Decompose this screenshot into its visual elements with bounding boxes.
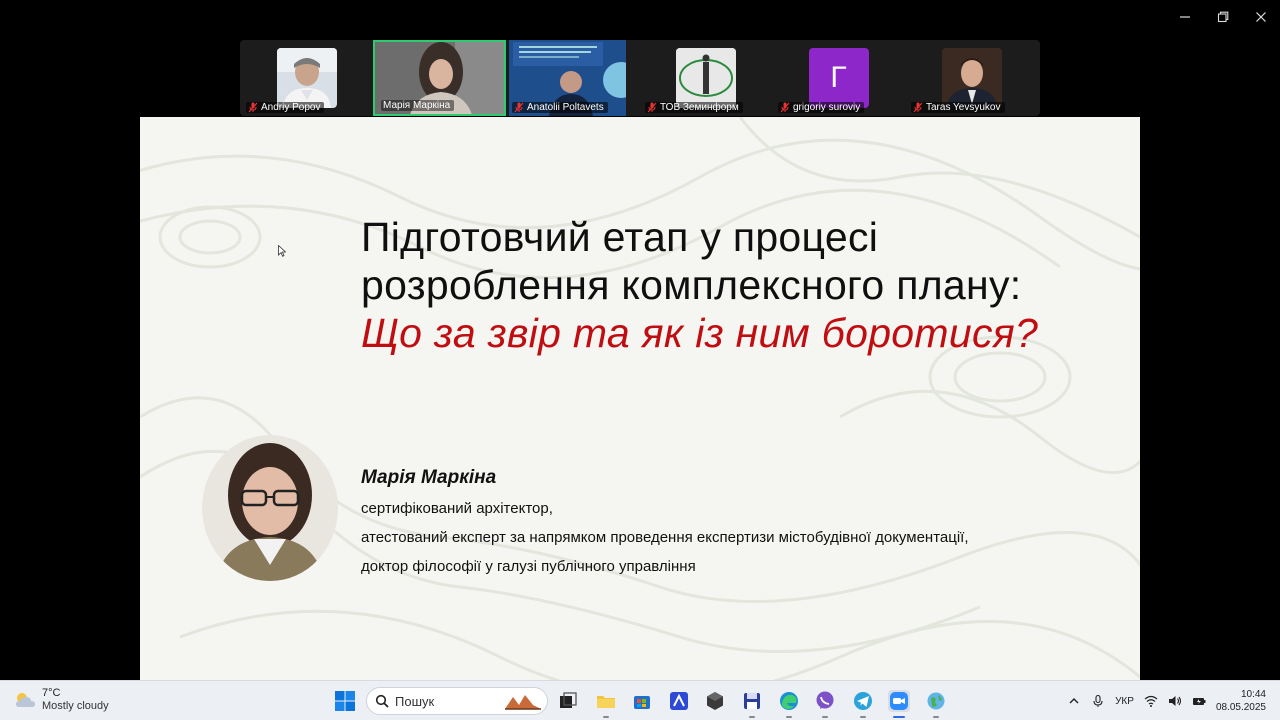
running-indicator [786, 716, 792, 718]
slide-title-line: Підготовчий етап у процесі [361, 214, 879, 260]
active-indicator [893, 716, 905, 718]
close-button[interactable] [1242, 0, 1280, 34]
mic-off-icon [780, 102, 790, 113]
weather-widget[interactable]: 7°C Mostly cloudy [14, 687, 109, 713]
globe-app-icon[interactable] [925, 690, 947, 712]
participant-name: Andriy Popov [261, 102, 321, 113]
chevron-up-icon[interactable] [1067, 694, 1081, 708]
app-icon[interactable] [668, 690, 690, 712]
save-disk-icon[interactable] [741, 690, 763, 712]
participant-label: Taras Yevsyukov [911, 102, 1005, 113]
cloudy-weather-icon [16, 693, 35, 707]
participant-video [276, 48, 337, 108]
slide-background-pattern [140, 117, 1140, 680]
speaker-credential: атестований експерт за напрямком проведе… [361, 529, 969, 546]
telegram-icon[interactable] [852, 690, 874, 712]
participant-tile-active-speaker[interactable]: Марія Маркіна [373, 40, 506, 116]
participant-name: ТОВ Земинформ [660, 102, 739, 113]
participant-tile[interactable]: Г grigoriy suroviy [772, 40, 905, 116]
app-cube-icon[interactable] [704, 690, 726, 712]
battery-charging-icon[interactable] [1192, 694, 1206, 708]
participant-label: Andriy Popov [246, 102, 325, 113]
slide-subtitle: Що за звір та як із ним боротися? [361, 310, 1039, 356]
participant-tile[interactable]: Andriy Popov [240, 40, 373, 116]
participant-label: grigoriy suroviy [778, 102, 865, 113]
mouse-cursor-icon [278, 245, 286, 257]
windows-start-button[interactable] [334, 690, 356, 712]
minimize-icon [1180, 16, 1190, 18]
slide-title-line: розроблення комплексного плану: [361, 262, 1022, 308]
participant-tile[interactable]: Anatolii Poltavets [506, 40, 639, 116]
weather-temperature: 7°C [42, 687, 61, 699]
taskbar: 7°C Mostly cloudy Пошук УКР 10:44 08.05.… [0, 680, 1280, 720]
system-tray: УКР 10:44 08.05.2025 [1067, 681, 1266, 720]
participant-avatar [675, 48, 736, 108]
viber-icon[interactable] [814, 690, 836, 712]
microphone-icon[interactable] [1091, 694, 1105, 708]
mic-off-icon [647, 102, 657, 113]
participant-name: Марія Маркіна [383, 100, 451, 111]
participant-label: Марія Маркіна [381, 100, 455, 111]
zoom-app-icon[interactable] [888, 690, 910, 712]
wifi-icon[interactable] [1144, 694, 1158, 708]
task-view-icon[interactable] [557, 690, 579, 712]
participant-name: grigoriy suroviy [793, 102, 861, 113]
search-icon [375, 694, 389, 708]
minimize-button[interactable] [1166, 0, 1204, 34]
close-icon [1256, 12, 1266, 22]
participant-name: Anatolii Poltavets [527, 102, 604, 113]
running-indicator [749, 716, 755, 718]
edge-browser-icon[interactable] [778, 690, 800, 712]
speaker-photo [202, 435, 338, 581]
slide-title: Підготовчий етап у процесі розроблення к… [361, 213, 1121, 309]
mic-off-icon [248, 102, 258, 113]
speaker-name: Марія Маркіна [361, 467, 497, 488]
taskbar-search[interactable]: Пошук [366, 687, 548, 715]
restore-icon [1217, 11, 1229, 23]
file-explorer-icon[interactable] [595, 690, 617, 712]
system-clock[interactable]: 10:44 08.05.2025 [1216, 688, 1266, 714]
mic-off-icon [913, 102, 923, 113]
speaker-credential: доктор філософії у галузі публічного упр… [361, 558, 696, 575]
running-indicator [860, 716, 866, 718]
shared-slide: Підготовчий етап у процесі розроблення к… [140, 117, 1140, 680]
clock-time: 10:44 [1240, 689, 1266, 700]
participant-label: Anatolii Poltavets [512, 102, 608, 113]
participant-label: ТОВ Земинформ [645, 102, 743, 113]
participant-video [941, 48, 1002, 108]
running-indicator [822, 716, 828, 718]
participant-letter-avatar: Г [808, 48, 869, 108]
volume-icon[interactable] [1168, 694, 1182, 708]
participant-tile[interactable]: Taras Yevsyukov [905, 40, 1038, 116]
company-logo [675, 48, 736, 108]
mic-off-icon [514, 102, 524, 113]
running-indicator [933, 716, 939, 718]
participant-strip: Andriy Popov Марія Маркіна Anatolii Polt… [240, 40, 1040, 116]
weather-condition: Mostly cloudy [42, 700, 109, 712]
participant-tile[interactable]: ТОВ Земинформ [639, 40, 772, 116]
speaker-credential: сертифікований архітектор, [361, 500, 553, 517]
restore-button[interactable] [1204, 0, 1242, 34]
microsoft-store-icon[interactable] [631, 690, 653, 712]
clock-date: 08.05.2025 [1215, 702, 1266, 713]
search-highlight-icon [505, 695, 541, 710]
running-indicator [603, 716, 609, 718]
participant-name: Taras Yevsyukov [926, 102, 1001, 113]
search-placeholder: Пошук [395, 693, 435, 709]
window-controls [1166, 0, 1280, 34]
input-language-indicator[interactable]: УКР [1115, 696, 1134, 707]
